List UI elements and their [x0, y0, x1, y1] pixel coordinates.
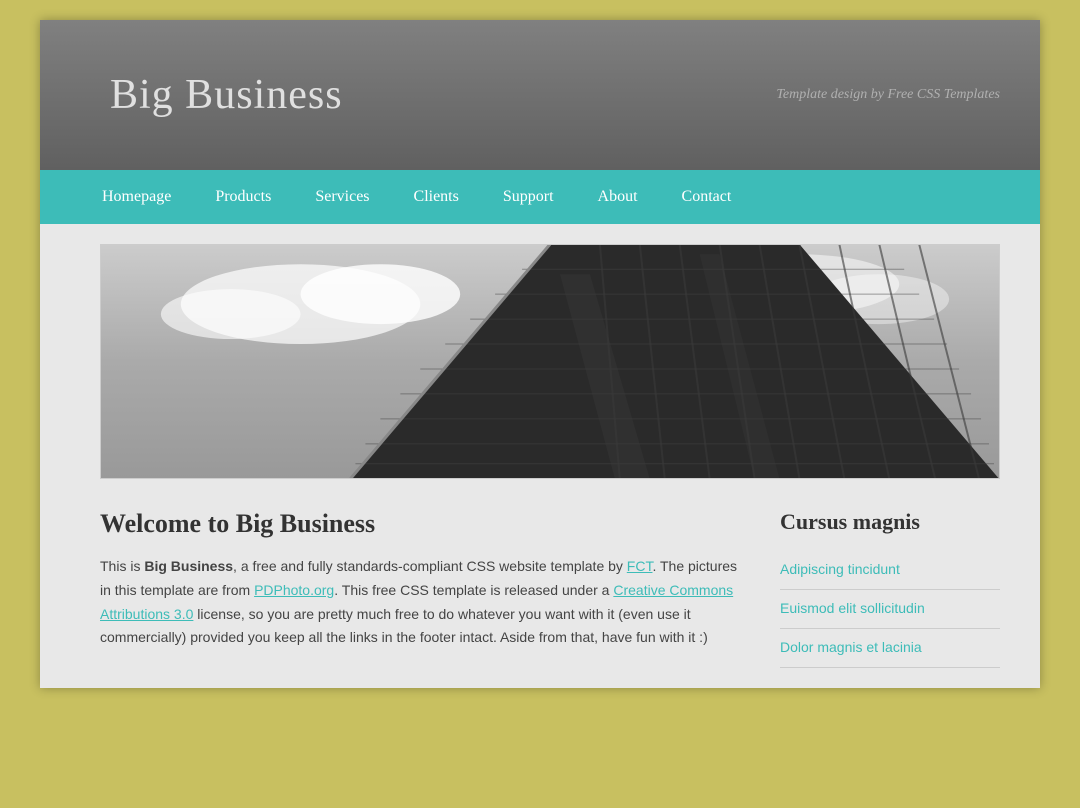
- main-nav: Homepage Products Services Clients Suppo…: [40, 170, 1040, 224]
- nav-link-clients[interactable]: Clients: [392, 170, 481, 224]
- nav-link-services[interactable]: Services: [293, 170, 391, 224]
- intro-text-4: . This free CSS template is released und…: [334, 582, 613, 598]
- nav-item-products[interactable]: Products: [193, 170, 293, 224]
- sidebar-link-2[interactable]: Euismod elit sollicitudin: [780, 600, 925, 616]
- nav-link-contact[interactable]: Contact: [660, 170, 754, 224]
- hero-svg: [101, 245, 999, 478]
- site-header: Big Business Template design by Free CSS…: [40, 20, 1040, 170]
- sidebar-item-2[interactable]: Euismod elit sollicitudin: [780, 590, 1000, 629]
- content-columns: Welcome to Big Business This is Big Busi…: [100, 499, 1000, 688]
- sidebar-item-1[interactable]: Adipiscing tincidunt: [780, 551, 1000, 590]
- nav-item-contact[interactable]: Contact: [660, 170, 754, 224]
- nav-item-support[interactable]: Support: [481, 170, 576, 224]
- sidebar: Cursus magnis Adipiscing tincidunt Euism…: [780, 499, 1000, 668]
- site-title: Big Business: [110, 71, 343, 119]
- pdphoto-link[interactable]: PDPhoto.org: [254, 582, 334, 598]
- nav-link-homepage[interactable]: Homepage: [80, 170, 193, 224]
- sidebar-link-3[interactable]: Dolor magnis et lacinia: [780, 639, 922, 655]
- nav-item-about[interactable]: About: [576, 170, 660, 224]
- nav-link-support[interactable]: Support: [481, 170, 576, 224]
- main-paragraph: This is Big Business, a free and fully s…: [100, 555, 750, 650]
- page-wrapper: Big Business Template design by Free CSS…: [40, 20, 1040, 688]
- intro-text-2: , a free and fully standards-compliant C…: [233, 558, 627, 574]
- nav-item-services[interactable]: Services: [293, 170, 391, 224]
- nav-link-products[interactable]: Products: [193, 170, 293, 224]
- nav-link-about[interactable]: About: [576, 170, 660, 224]
- nav-item-homepage[interactable]: Homepage: [80, 170, 193, 224]
- intro-bold: Big Business: [144, 558, 233, 574]
- sidebar-item-3[interactable]: Dolor magnis et lacinia: [780, 629, 1000, 668]
- nav-list: Homepage Products Services Clients Suppo…: [80, 170, 1000, 224]
- content-wrapper: Welcome to Big Business This is Big Busi…: [40, 224, 1040, 688]
- hero-image: [100, 244, 1000, 479]
- intro-text-1: This is: [100, 558, 144, 574]
- sidebar-list: Adipiscing tincidunt Euismod elit sollic…: [780, 551, 1000, 668]
- sidebar-link-1[interactable]: Adipiscing tincidunt: [780, 561, 900, 577]
- fct-link[interactable]: FCT: [627, 558, 653, 574]
- nav-item-clients[interactable]: Clients: [392, 170, 481, 224]
- main-heading: Welcome to Big Business: [100, 509, 750, 539]
- main-content: Welcome to Big Business This is Big Busi…: [100, 499, 750, 668]
- sidebar-heading: Cursus magnis: [780, 509, 1000, 535]
- site-tagline: Template design by Free CSS Templates: [776, 87, 1000, 103]
